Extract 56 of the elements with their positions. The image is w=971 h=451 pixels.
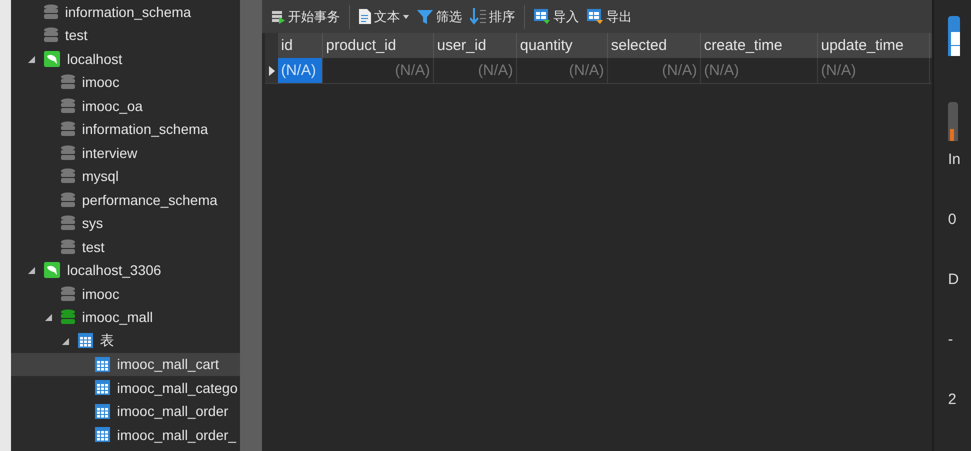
tree-item[interactable]: imooc_oa bbox=[11, 94, 240, 118]
caret-icon bbox=[403, 14, 409, 18]
column-header[interactable]: create_time bbox=[701, 33, 818, 58]
property-value: D bbox=[948, 271, 960, 289]
filter-icon bbox=[417, 8, 433, 24]
table-export-icon bbox=[587, 9, 603, 24]
tree-item[interactable]: imooc_mall bbox=[11, 306, 240, 329]
table-import-icon bbox=[534, 9, 550, 24]
column-header[interactable]: update_time bbox=[818, 33, 930, 58]
property-value: 2 bbox=[948, 391, 958, 409]
expand-triangle-icon[interactable] bbox=[61, 336, 69, 345]
table-cell[interactable]: (N/A) bbox=[278, 58, 323, 83]
document-icon bbox=[359, 9, 371, 24]
tree-item[interactable]: imooc_mall_catego bbox=[11, 376, 240, 400]
tree-item[interactable]: 表 bbox=[11, 329, 240, 352]
scrollbar[interactable] bbox=[240, 0, 262, 451]
toolbar-button[interactable]: 筛选 bbox=[414, 6, 465, 28]
tree-item[interactable]: imooc_mall_order_ bbox=[11, 423, 240, 446]
column-header[interactable]: selected bbox=[608, 33, 701, 58]
toolbar-button[interactable]: 导出 bbox=[584, 6, 635, 28]
tree-item[interactable]: imooc_mall_cart bbox=[11, 352, 240, 376]
table-icon bbox=[95, 356, 110, 372]
toolbar-button[interactable]: 导入 bbox=[531, 6, 582, 28]
table-icon bbox=[78, 333, 93, 348]
property-value: - bbox=[948, 331, 954, 349]
table-icon bbox=[95, 404, 110, 419]
property-value: In bbox=[948, 151, 961, 169]
tree-item[interactable]: imooc_mall_order bbox=[11, 400, 240, 423]
column-header[interactable]: user_id bbox=[434, 33, 517, 58]
tree-item[interactable]: information_schema bbox=[11, 0, 240, 24]
tree-item[interactable]: performance_schema bbox=[11, 188, 240, 212]
tree-item[interactable]: localhost bbox=[11, 47, 240, 70]
column-header[interactable]: quantity bbox=[517, 33, 608, 58]
database-play-icon bbox=[271, 10, 285, 24]
tree-item[interactable]: test bbox=[11, 235, 240, 258]
table-icon bbox=[95, 380, 110, 396]
tree-item[interactable]: imooc bbox=[11, 282, 240, 306]
tree-item[interactable]: sys bbox=[11, 212, 240, 235]
tree-item[interactable]: information_schema bbox=[11, 118, 240, 141]
sort-icon bbox=[470, 8, 486, 25]
expand-triangle-icon[interactable] bbox=[44, 313, 52, 322]
tree-item[interactable]: test bbox=[11, 24, 240, 47]
expand-triangle-icon[interactable] bbox=[27, 54, 35, 63]
table-icon bbox=[948, 16, 960, 56]
column-header[interactable]: product_id bbox=[323, 33, 434, 58]
table-icon bbox=[95, 427, 110, 442]
expand-triangle-icon[interactable] bbox=[27, 266, 35, 274]
scrollbar[interactable] bbox=[948, 102, 958, 141]
tree-item[interactable]: localhost_3306 bbox=[11, 258, 240, 282]
property-value: 0 bbox=[948, 211, 958, 229]
toolbar-button[interactable]: 排序 bbox=[467, 6, 518, 28]
toolbar-button[interactable]: 文本 bbox=[356, 6, 412, 28]
tree-item[interactable]: imooc bbox=[11, 70, 240, 94]
toolbar-button[interactable]: 开始事务 bbox=[268, 6, 343, 28]
tree-item[interactable]: interview bbox=[11, 141, 240, 164]
tree-item[interactable]: mysql bbox=[11, 164, 240, 188]
